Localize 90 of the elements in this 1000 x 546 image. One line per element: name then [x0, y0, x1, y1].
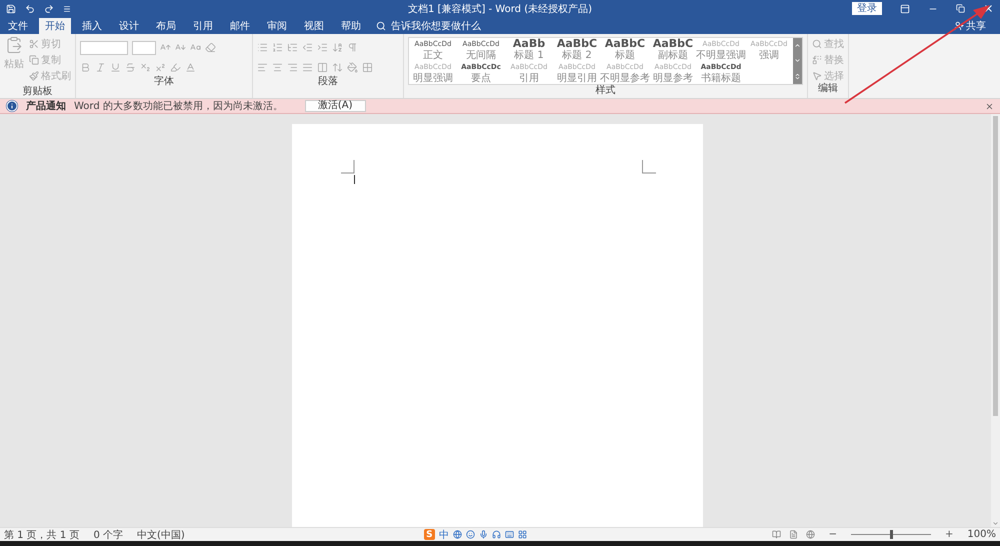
borders-icon[interactable] [362, 62, 373, 73]
group-label: 样式 [596, 85, 616, 97]
customize-icon[interactable] [63, 4, 71, 12]
scroll-down-icon[interactable] [992, 520, 999, 527]
line-spacing-icon[interactable] [332, 62, 343, 73]
read-mode-icon[interactable] [772, 530, 781, 539]
ribbon-tab[interactable]: 插入 [76, 18, 108, 34]
ribbon-tab[interactable]: 文件 [2, 18, 34, 34]
font-color-icon[interactable] [185, 62, 196, 73]
font-name-field[interactable] [80, 40, 128, 54]
keyboard-icon[interactable] [504, 530, 514, 539]
ribbon-tab[interactable]: 布局 [150, 18, 182, 34]
group-label: 段落 [318, 76, 338, 88]
justify-icon[interactable] [302, 62, 313, 73]
italic-icon[interactable] [95, 62, 106, 73]
multilevel-list-icon[interactable] [287, 42, 298, 53]
scrollbar[interactable] [991, 114, 1000, 527]
print-layout-icon[interactable] [788, 530, 798, 539]
notification-title: 产品通知 [26, 100, 66, 113]
tell-me-field[interactable]: 告诉我你想要做什么 [389, 20, 513, 32]
clear-format-icon[interactable] [205, 42, 216, 53]
zoom-level[interactable]: 100% [967, 529, 996, 540]
sign-in-button[interactable]: 登录 [852, 2, 882, 15]
style-item[interactable]: AaBbC 标题 [601, 38, 649, 61]
align-left-icon[interactable] [257, 62, 268, 73]
highlighter-icon[interactable] [170, 62, 181, 73]
increase-indent-icon[interactable] [317, 42, 328, 53]
save-icon[interactable] [6, 4, 16, 14]
underline-icon[interactable] [110, 62, 121, 73]
decrease-indent-icon[interactable] [302, 42, 313, 53]
ribbon-tab[interactable]: 设计 [113, 18, 145, 34]
style-item[interactable]: AaBbC 标题 2 [553, 38, 601, 61]
font-size-field[interactable] [132, 40, 156, 54]
group-label: 剪贴板 [22, 86, 52, 98]
emoji-icon[interactable] [466, 530, 475, 539]
group-label: 字体 [154, 76, 174, 88]
web-layout-icon[interactable] [806, 530, 815, 539]
search-icon [812, 38, 822, 48]
pointer-icon [812, 70, 822, 80]
text-cursor-icon [354, 175, 357, 184]
redo-icon[interactable] [44, 4, 54, 14]
window-title: 文档1 [兼容模式] - Word (未经授权产品) [407, 2, 593, 16]
align-center-icon[interactable] [272, 62, 283, 73]
ribbon-tab[interactable]: 邮件 [224, 18, 256, 34]
search-icon [376, 21, 386, 31]
word-count[interactable]: 0 个字 [93, 528, 123, 542]
strikethrough-icon[interactable] [125, 62, 136, 73]
subscript-icon[interactable] [140, 62, 151, 73]
columns-icon[interactable] [317, 62, 328, 73]
ribbon-tab[interactable]: 审阅 [261, 18, 293, 34]
align-right-icon[interactable] [287, 62, 298, 73]
bold-icon[interactable] [80, 62, 91, 73]
style-item[interactable]: AaBb 标题 1 [505, 38, 553, 61]
ribbon-tab[interactable]: 引用 [187, 18, 219, 34]
undo-icon[interactable] [25, 4, 35, 14]
restore-icon[interactable] [956, 4, 965, 13]
superscript-icon[interactable] [155, 62, 166, 73]
scroll-up-icon[interactable] [794, 42, 801, 50]
copy-icon [29, 54, 39, 64]
margin-mark-icon [341, 160, 355, 174]
margin-mark-icon [642, 160, 656, 174]
ime-mode[interactable]: 中 [438, 528, 449, 542]
zoom-out-button[interactable]: − [828, 529, 838, 540]
person-icon [954, 21, 964, 31]
close-icon[interactable] [985, 102, 994, 110]
numbered-list-icon[interactable] [272, 42, 283, 53]
headphones-icon[interactable] [492, 530, 501, 539]
activate-button[interactable]: 激活(A) [304, 100, 366, 112]
ribbon-tab[interactable]: 帮助 [335, 18, 367, 34]
zoom-in-button[interactable]: + [945, 529, 954, 540]
pilcrow-icon[interactable] [347, 42, 358, 53]
share-button[interactable]: 共享 [948, 18, 992, 34]
clipboard-icon [5, 36, 23, 54]
microphone-icon[interactable] [478, 530, 488, 539]
toolbox-icon[interactable] [518, 530, 527, 539]
style-item[interactable]: AaBbC 副标题 [649, 38, 697, 61]
ribbon-tab[interactable]: 视图 [298, 18, 330, 34]
notification-message: Word 的大多数功能已被禁用，因为尚未激活。 [74, 100, 283, 113]
group-label: 编辑 [818, 83, 838, 95]
zoom-thumb[interactable] [890, 530, 894, 539]
scissors-icon [29, 38, 39, 48]
scroll-down-icon[interactable] [794, 57, 801, 64]
paintbrush-icon [29, 70, 39, 80]
ribbon-tab[interactable]: 开始 [39, 18, 71, 34]
sort-icon[interactable] [332, 42, 343, 53]
language[interactable]: 中文(中国) [137, 528, 185, 542]
shading-icon[interactable] [347, 62, 358, 73]
ribbon-display-icon[interactable] [900, 4, 910, 14]
more-icon[interactable] [794, 72, 801, 80]
page-count[interactable]: 第 1 页，共 1 页 [4, 528, 80, 542]
